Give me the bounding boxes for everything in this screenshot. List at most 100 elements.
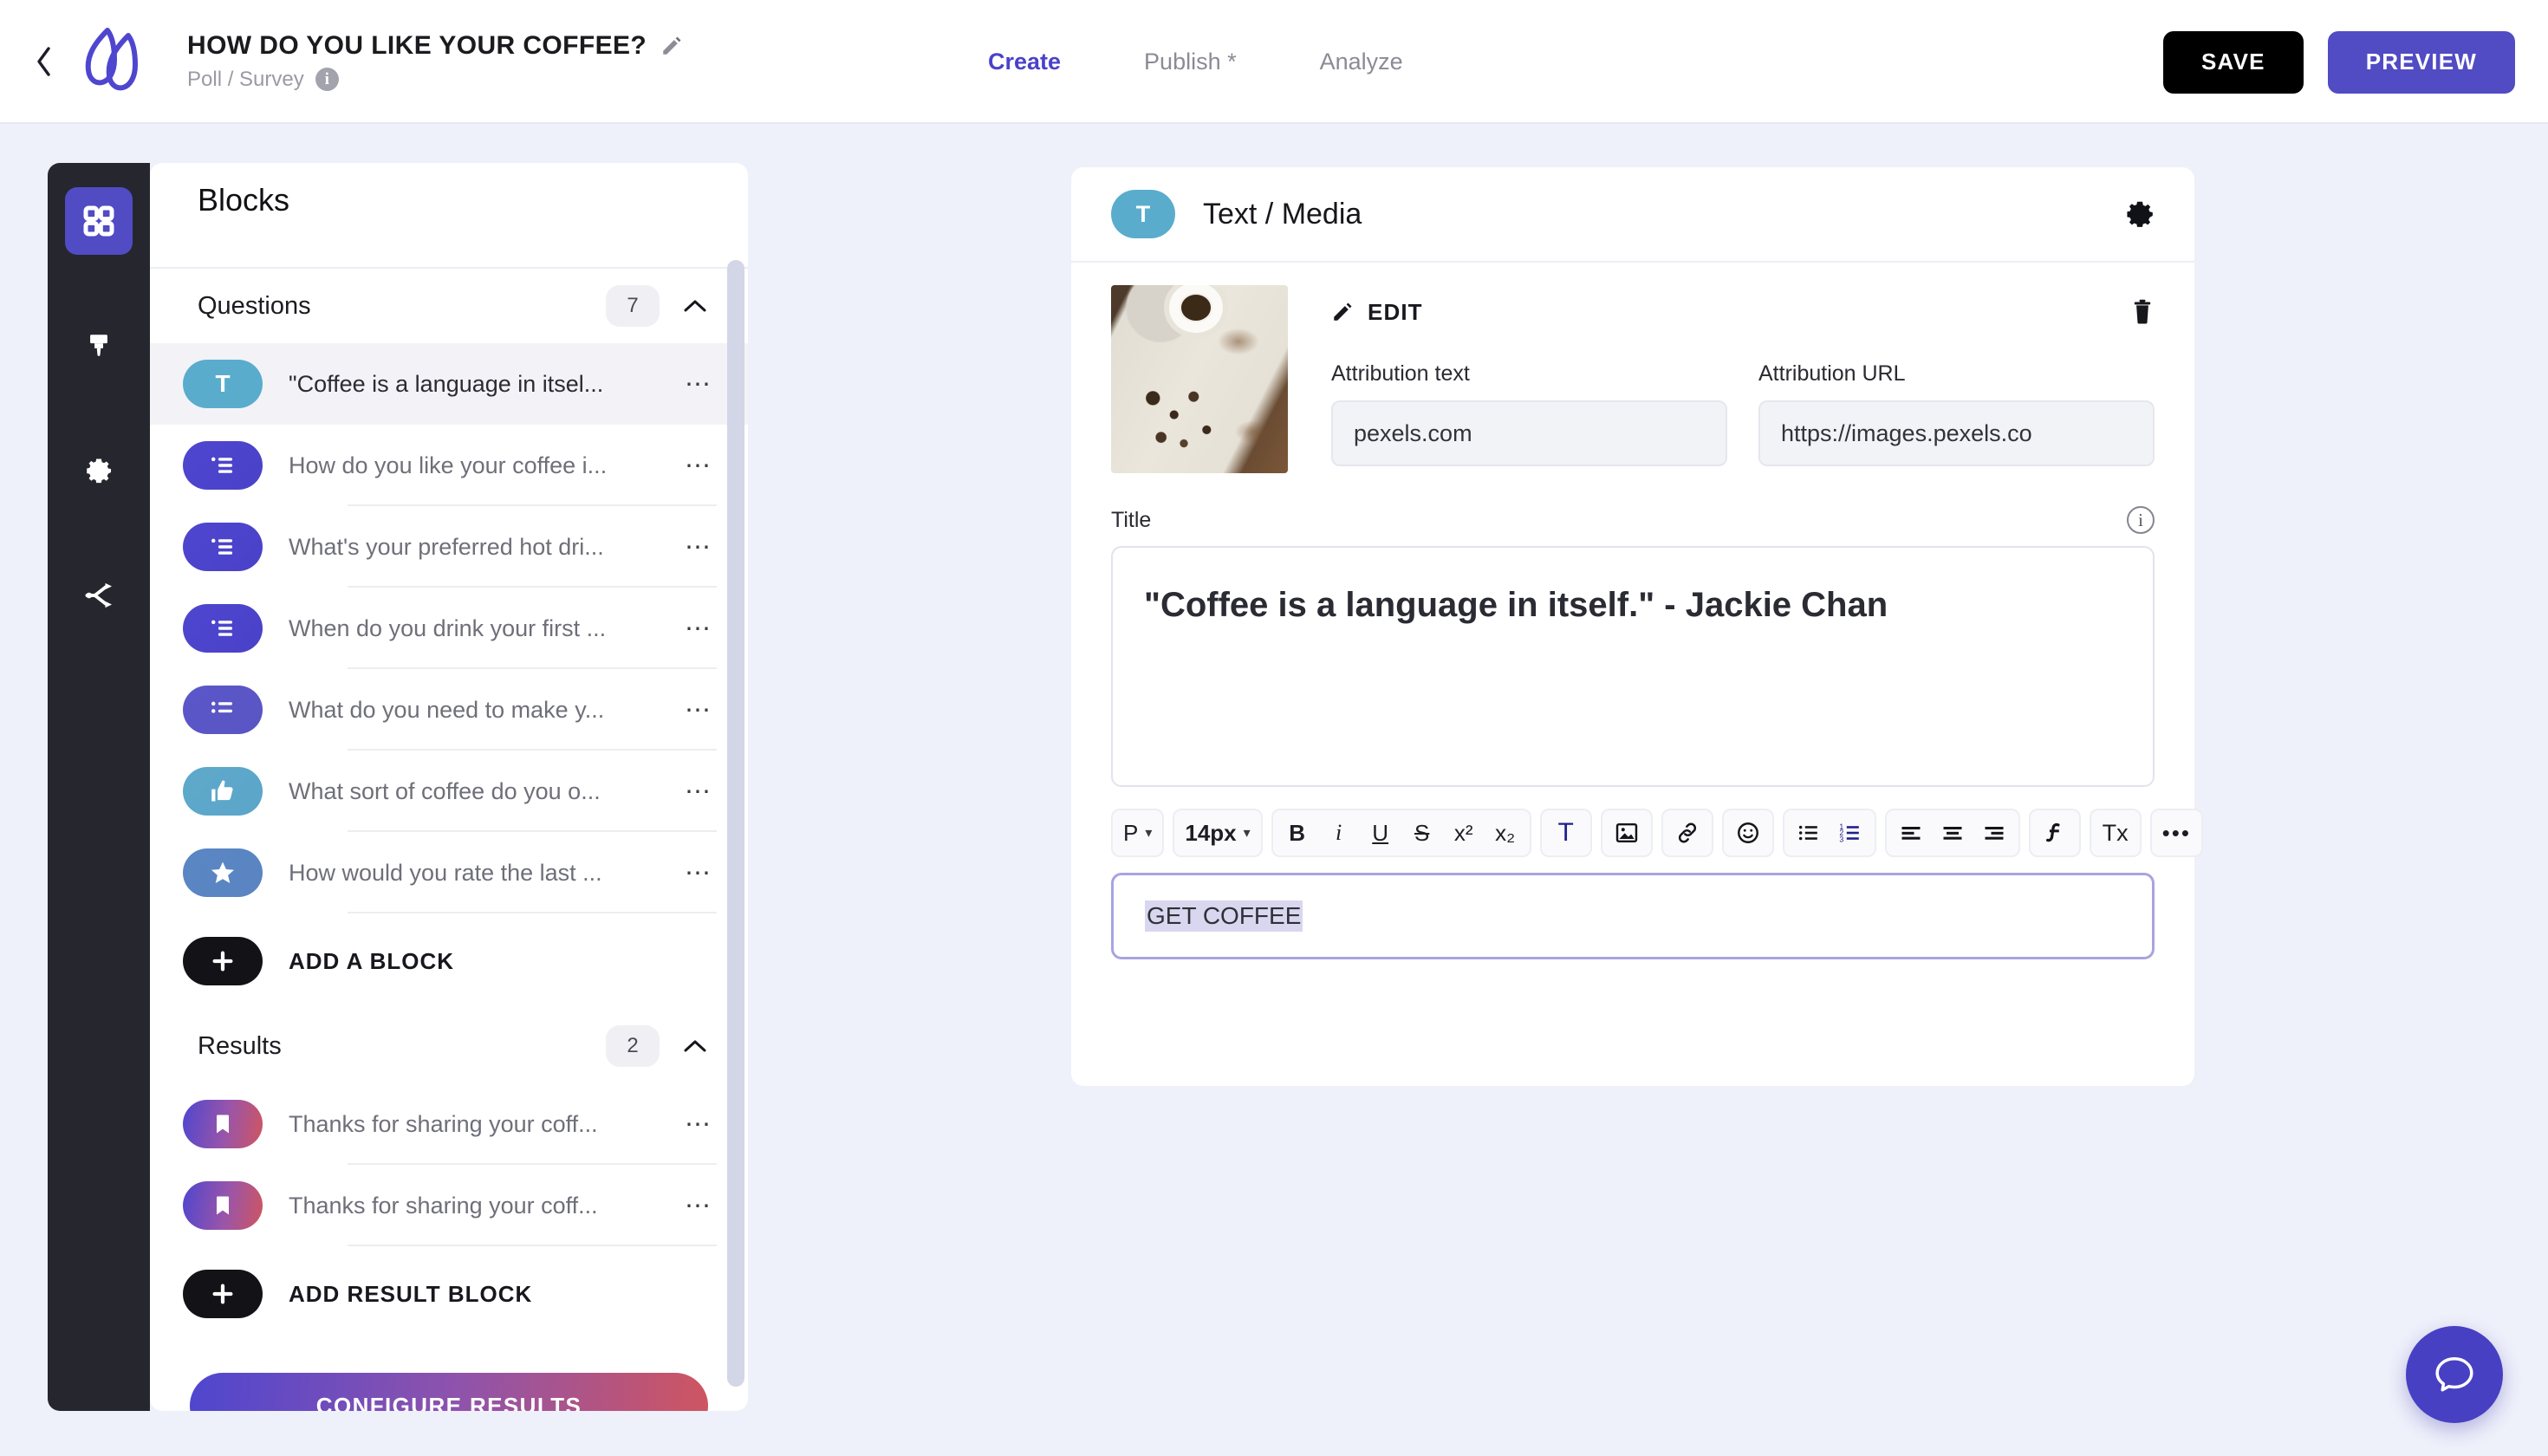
add-a-block-button[interactable]: ADD A BLOCK	[150, 913, 748, 1009]
more-options-icon[interactable]: ⋯	[685, 858, 713, 888]
block-editor-header: T Text / Media	[1071, 167, 2194, 263]
coffee-notebook-image[interactable]	[1111, 285, 1288, 473]
rail-item-design[interactable]	[65, 312, 133, 380]
bold-button[interactable]: B	[1277, 812, 1318, 854]
more-options-icon[interactable]: ⋯	[685, 695, 713, 725]
insert-link-button[interactable]	[1667, 812, 1708, 854]
chevron-left-icon	[37, 46, 50, 76]
paragraph-style-label: P	[1123, 819, 1139, 846]
list-item[interactable]: What do you need to make y... ⋯	[150, 669, 748, 751]
more-options-button[interactable]: •••	[2155, 812, 2198, 854]
back-button[interactable]	[26, 44, 61, 79]
add-a-block-label: ADD A BLOCK	[289, 947, 455, 974]
top-bar: HOW DO YOU LIKE YOUR COFFEE? Poll / Surv…	[0, 0, 2548, 124]
text-block-icon: T	[183, 360, 263, 408]
tab-publish[interactable]: Publish *	[1144, 49, 1237, 75]
toolbar-group-align	[1884, 809, 2020, 857]
italic-button[interactable]: i	[1318, 812, 1360, 854]
more-options-icon[interactable]: ⋯	[685, 532, 713, 562]
underline-button[interactable]: U	[1360, 812, 1401, 854]
emoji-button[interactable]	[1727, 812, 1769, 854]
link-icon	[1678, 822, 1696, 843]
toolbar-group-inline-format: B i U S x² x₂	[1271, 809, 1531, 857]
survey-title-row: HOW DO YOU LIKE YOUR COFFEE?	[187, 31, 683, 61]
formula-button[interactable]	[2034, 812, 2076, 854]
more-options-icon[interactable]: ⋯	[685, 1191, 713, 1221]
align-center-icon	[1943, 827, 1962, 840]
add-result-block-button[interactable]: ADD RESULT BLOCK	[150, 1246, 748, 1342]
list-item-label: What do you need to make y...	[289, 696, 605, 723]
more-options-icon[interactable]: ⋯	[685, 1109, 713, 1140]
more-options-icon[interactable]: ⋯	[685, 369, 713, 400]
questions-collapse-chevron-up-icon[interactable]	[682, 297, 708, 315]
more-options-icon[interactable]: ⋯	[685, 614, 713, 644]
media-row: EDIT Attribution text pexels.com Attribu…	[1111, 285, 2155, 473]
configure-results-button[interactable]: CONFIGURE RESULTS	[190, 1373, 708, 1411]
edit-media-button[interactable]: EDIT	[1331, 299, 1423, 326]
rail-item-share[interactable]	[65, 562, 133, 629]
subscript-button[interactable]: x₂	[1485, 812, 1526, 854]
block-settings-gear-icon[interactable]	[2123, 198, 2156, 231]
blocks-panel-title: Blocks	[198, 182, 290, 218]
rail-item-blocks[interactable]	[65, 187, 133, 255]
results-count-badge: 2	[606, 1025, 660, 1067]
edit-title-pencil-icon[interactable]	[660, 35, 683, 57]
attribution-row: Attribution text Attribution URL	[1331, 361, 2155, 466]
list-item[interactable]: How would you rate the last ... ⋯	[150, 832, 748, 913]
delete-media-trash-icon[interactable]	[2130, 299, 2155, 325]
list-item[interactable]: When do you drink your first ... ⋯	[150, 588, 748, 669]
more-options-icon[interactable]: ⋯	[685, 777, 713, 807]
list-item[interactable]: What sort of coffee do you o... ⋯	[150, 751, 748, 832]
attribution-url-input[interactable]	[1758, 400, 2155, 466]
blocks-panel-scrollbar[interactable]	[727, 260, 744, 1387]
text-color-button[interactable]: T	[1545, 812, 1587, 854]
questions-section-header: Questions 7	[150, 269, 748, 343]
preview-button[interactable]: PREVIEW	[2327, 30, 2515, 94]
strikethrough-button[interactable]: S	[1401, 812, 1443, 854]
font-size-select[interactable]: 14px ▾	[1178, 812, 1257, 854]
tab-analyze[interactable]: Analyze	[1320, 49, 1403, 75]
coffee-cup-detail	[1164, 285, 1228, 338]
numbered-list-button[interactable]: 1 2 3	[1830, 812, 1871, 854]
blocks-icon	[83, 205, 114, 237]
questions-section-label: Questions	[198, 291, 311, 320]
list-item-label: "Coffee is a language in itsel...	[289, 370, 604, 397]
title-input[interactable]	[1111, 546, 2155, 787]
align-right-button[interactable]	[1973, 812, 2015, 854]
paragraph-style-select[interactable]: P ▾	[1116, 812, 1159, 854]
chat-support-button[interactable]	[2406, 1326, 2503, 1423]
superscript-button[interactable]: x²	[1443, 812, 1485, 854]
rail-item-settings[interactable]	[65, 437, 133, 504]
formula-icon	[2045, 822, 2060, 842]
blocks-panel: Blocks Questions 7 T "Coffee is a langua…	[150, 163, 748, 1411]
attribution-url-group: Attribution URL	[1758, 361, 2155, 466]
thumbs-up-icon	[183, 767, 263, 816]
title-info-icon[interactable]: i	[2127, 506, 2155, 534]
results-collapse-chevron-up-icon[interactable]	[682, 1037, 708, 1055]
share-icon	[85, 582, 112, 608]
plus-icon	[183, 1270, 263, 1318]
insert-image-button[interactable]	[1606, 812, 1648, 854]
brand-logo-icon[interactable]	[73, 20, 156, 103]
pencil-icon	[1334, 302, 1352, 321]
attribution-text-group: Attribution text	[1331, 361, 1727, 466]
clear-formatting-button[interactable]: Tx	[2095, 812, 2136, 854]
bullet-list-icon	[1798, 825, 1817, 841]
attribution-text-input[interactable]	[1331, 400, 1727, 466]
save-button[interactable]: SAVE	[2163, 30, 2304, 94]
list-item[interactable]: What's your preferred hot dri... ⋯	[150, 506, 748, 588]
list-item[interactable]: Thanks for sharing your coff... ⋯	[150, 1165, 748, 1246]
align-left-button[interactable]	[1890, 812, 1932, 854]
multiple-choice-icon	[183, 604, 263, 653]
list-item[interactable]: Thanks for sharing your coff... ⋯	[150, 1083, 748, 1165]
align-center-button[interactable]	[1932, 812, 1973, 854]
list-item[interactable]: How do you like your coffee i... ⋯	[150, 425, 748, 506]
bulleted-list-button[interactable]	[1788, 812, 1830, 854]
more-options-icon[interactable]: ⋯	[685, 451, 713, 481]
chevron-down-icon: ▾	[1145, 826, 1153, 841]
gear-icon	[87, 458, 112, 484]
info-icon[interactable]: i	[315, 68, 339, 91]
list-item[interactable]: T "Coffee is a language in itsel... ⋯	[150, 343, 748, 425]
tab-create[interactable]: Create	[988, 49, 1061, 75]
rich-text-body[interactable]: GET COFFEE	[1111, 873, 2155, 959]
